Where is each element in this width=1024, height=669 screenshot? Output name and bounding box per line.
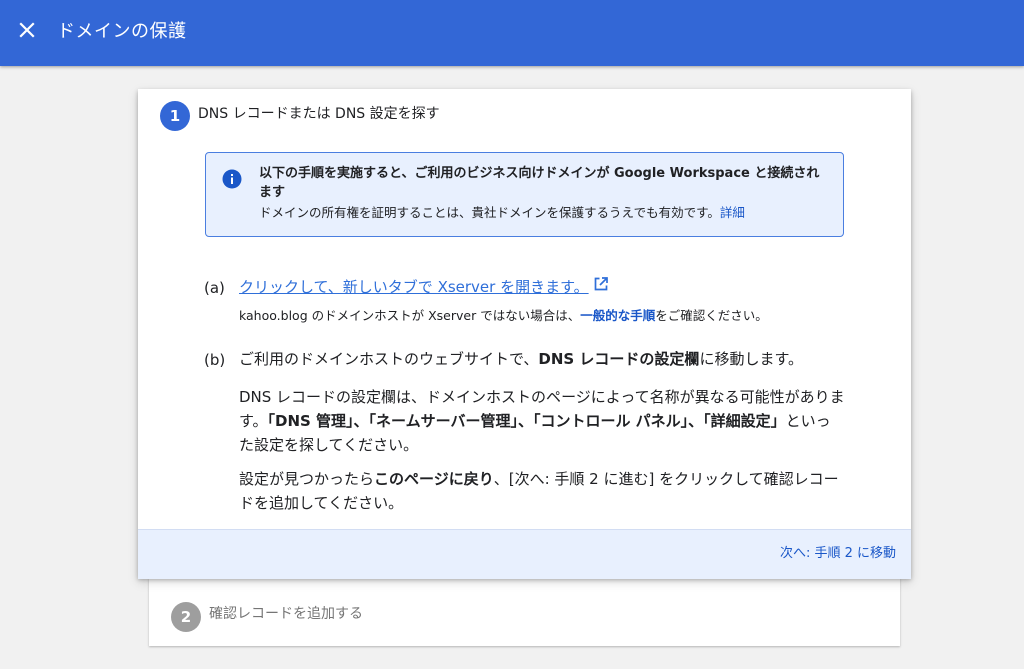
step1-card: 1 DNS レコードまたは DNS 設定を探す 以下の手順を実施すると、ご利用の… [138,89,911,579]
item-b-bold: DNS レコードの設定欄 [538,350,700,368]
step2-title: 確認レコードを追加する [209,606,363,622]
dns-settings-explanation: DNS レコードの設定欄は、ドメインホストのページによって名称が異なる可能性があ… [239,385,845,457]
close-button[interactable] [10,15,44,49]
item-b-text: ご利用のドメインホストのウェブサイトで、 [239,350,539,368]
step2-card[interactable]: 2 確認レコードを追加する [149,578,900,646]
item-b-marker: (b) [204,351,226,369]
info-icon [222,169,242,193]
item-b-suffix: に移動します。 [699,350,803,368]
other-host-note-text: kahoo.blog のドメインホストが Xserver ではない場合は、 [239,308,581,323]
other-host-note: kahoo.blog のドメインホストが Xserver ではない場合は、一般的… [239,306,768,326]
info-description-text: ドメインの所有権を証明することは、貴社ドメインを保護するうえでも有効です。 [259,205,720,220]
step1-footer: 次へ: 手順 2 に移動 [138,529,911,579]
explanation-bold: 「DNS 管理」、「ネームサーバー管理」、「コントロール パネル」、「詳細設定」 [267,412,786,430]
close-icon [19,22,35,42]
return-bold: このページに戻り [374,470,494,488]
next-step-button[interactable]: 次へ: 手順 2 に移動 [780,545,896,563]
page-title: ドメインの保護 [57,21,187,42]
learn-more-link[interactable]: 詳細 [720,205,745,220]
return-instruction: 設定が見つかったらこのページに戻り、[次へ: 手順 2 に進む] をクリックして… [239,467,845,515]
item-b-instruction: ご利用のドメインホストのウェブサイトで、DNS レコードの設定欄に移動します。 [239,348,803,370]
step2-number-badge: 2 [171,602,201,632]
top-app-bar: ドメインの保護 [0,0,1024,66]
step1-title: DNS レコードまたは DNS 設定を探す [198,106,440,122]
return-text: 設定が見つかったら [239,470,375,488]
other-host-note-suffix: をご確認ください。 [655,308,768,323]
info-description: ドメインの所有権を証明することは、貴社ドメインを保護するうえでも有効です。詳細 [259,204,834,222]
general-instructions-link[interactable]: 一般的な手順 [580,308,655,323]
open-xserver-link-text[interactable]: クリックして、新しいタブで Xserver を開きます。 [239,276,589,298]
open-xserver-link[interactable]: クリックして、新しいタブで Xserver を開きます。 [239,276,609,298]
info-title: 以下の手順を実施すると、ご利用のビジネス向けドメインが Google Works… [259,166,820,200]
step1-number-badge: 1 [160,101,190,131]
open-in-new-icon [593,276,609,298]
info-banner: 以下の手順を実施すると、ご利用のビジネス向けドメインが Google Works… [205,152,844,237]
item-a-marker: (a) [204,279,225,297]
